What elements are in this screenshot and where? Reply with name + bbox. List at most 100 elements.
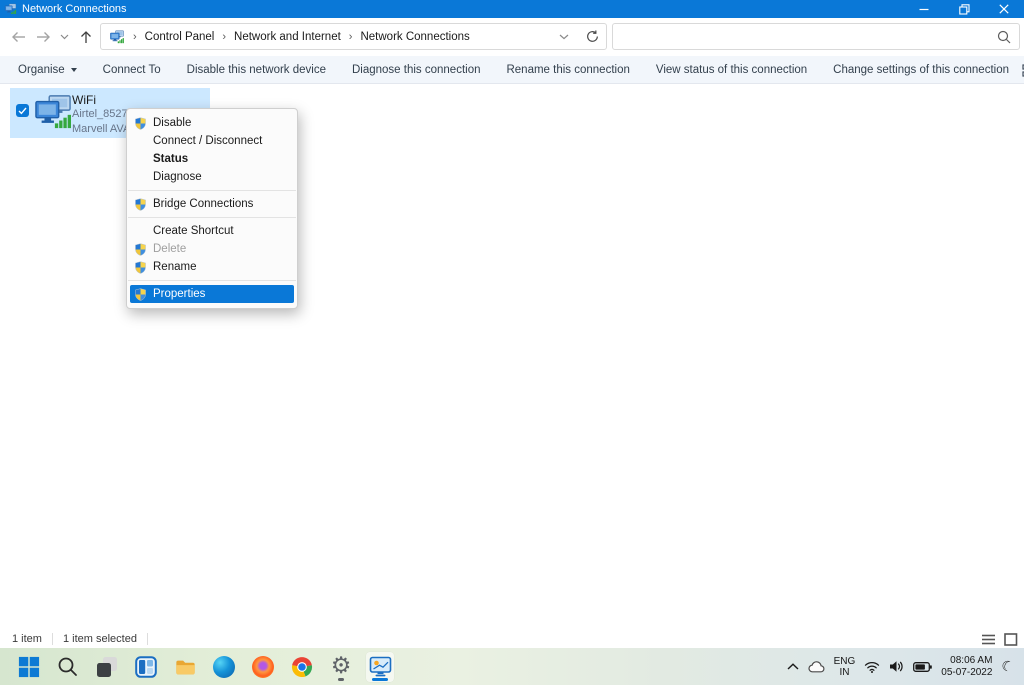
search-box[interactable]: [612, 23, 1020, 50]
change-settings-button[interactable]: Change settings of this connection: [820, 56, 1022, 84]
forward-arrow-icon: [36, 31, 52, 43]
caret-down-icon: [71, 68, 77, 72]
uac-shield-icon: [134, 288, 147, 301]
widgets-button[interactable]: [132, 652, 160, 682]
tray-onedrive-button[interactable]: [808, 661, 825, 673]
uac-shield-icon: [134, 198, 147, 211]
clock[interactable]: 08:06 AM 05-07-2022: [941, 655, 992, 679]
menu-separator: [128, 190, 296, 191]
item-checkbox[interactable]: [16, 104, 29, 117]
breadcrumb-network-and-internet[interactable]: Network and Internet: [234, 31, 341, 43]
address-bar[interactable]: Control Panel Network and Internet Netwo…: [100, 23, 607, 50]
clock-time: 08:06 AM: [941, 655, 992, 667]
windows-start-icon: [18, 656, 40, 678]
breadcrumb-network-connections[interactable]: Network Connections: [360, 31, 469, 43]
item-count: 1 item: [12, 633, 42, 645]
diagnose-connection-button[interactable]: Diagnose this connection: [339, 56, 494, 84]
back-button[interactable]: [6, 18, 30, 56]
settings-button[interactable]: ⚙: [327, 652, 355, 682]
status-divider: [52, 633, 53, 645]
taskbar: ⚙ ENG IN: [0, 648, 1024, 685]
clock-date: 05-07-2022: [941, 667, 992, 679]
chevron-down-icon: [60, 34, 69, 40]
menu-separator: [128, 217, 296, 218]
tray-wifi-button[interactable]: [864, 661, 880, 673]
restore-button[interactable]: [944, 0, 984, 18]
menu-item-connect-disconnect[interactable]: Connect / Disconnect: [127, 132, 297, 150]
rename-connection-button[interactable]: Rename this connection: [493, 56, 642, 84]
menu-item-create-shortcut[interactable]: Create Shortcut: [127, 222, 297, 240]
breadcrumb-location-icon: [109, 30, 125, 44]
search-input[interactable]: [613, 24, 1019, 49]
cloud-icon: [808, 661, 825, 673]
edge-button[interactable]: [210, 652, 238, 682]
menu-item-diagnose[interactable]: Diagnose: [127, 168, 297, 186]
tray-volume-button[interactable]: [889, 660, 904, 673]
tray-battery-button[interactable]: [913, 661, 932, 673]
context-menu: Disable Connect / Disconnect Status Diag…: [126, 108, 298, 309]
breadcrumb-chevron: [341, 31, 361, 43]
network-connections-taskbar-button[interactable]: [366, 652, 394, 682]
recent-locations-button[interactable]: [56, 18, 72, 56]
uac-shield-icon: [134, 261, 147, 274]
check-icon: [18, 107, 27, 115]
edge-icon: [213, 656, 235, 678]
address-dropdown-button[interactable]: [550, 24, 578, 49]
menu-item-rename[interactable]: Rename: [127, 258, 297, 276]
file-explorer-button[interactable]: [171, 652, 199, 682]
firefox-icon: [252, 656, 274, 678]
disable-network-device-button[interactable]: Disable this network device: [174, 56, 339, 84]
close-icon: [999, 4, 1009, 14]
file-explorer-icon: [174, 656, 197, 678]
tray-show-hidden-icons-button[interactable]: [787, 663, 799, 670]
up-arrow-icon: [79, 30, 93, 44]
uac-shield-icon: [134, 243, 147, 256]
forward-button[interactable]: [32, 18, 56, 56]
task-view-button[interactable]: [93, 652, 121, 682]
refresh-button[interactable]: [578, 24, 606, 49]
network-name: WiFi: [72, 93, 222, 107]
menu-item-bridge-connections[interactable]: Bridge Connections: [127, 195, 297, 213]
taskbar-search-button[interactable]: [54, 652, 82, 682]
menu-item-disable[interactable]: Disable: [127, 114, 297, 132]
close-button[interactable]: [984, 0, 1024, 18]
window-app-icon: [4, 3, 17, 15]
minimize-button[interactable]: [904, 0, 944, 18]
control-panel-icon: [369, 656, 392, 678]
view-status-button[interactable]: View status of this connection: [643, 56, 820, 84]
connect-to-button[interactable]: Connect To: [90, 56, 174, 84]
details-view-toggle-icon[interactable]: [981, 633, 996, 646]
minimize-icon: [919, 4, 929, 14]
chevron-up-icon: [787, 663, 799, 670]
refresh-icon: [586, 30, 599, 43]
chrome-button[interactable]: [288, 652, 316, 682]
up-button[interactable]: [74, 18, 98, 56]
title-bar: Network Connections: [0, 0, 1024, 18]
settings-gear-icon: ⚙: [331, 655, 352, 678]
window-title: Network Connections: [22, 0, 127, 18]
navigation-bar: Control Panel Network and Internet Netwo…: [0, 18, 1024, 56]
breadcrumb-chevron: [125, 31, 145, 43]
wifi-icon: [864, 661, 880, 673]
moon-icon: ☾: [999, 657, 1016, 676]
search-icon: [997, 30, 1011, 44]
restore-icon: [959, 4, 970, 15]
firefox-button[interactable]: [249, 652, 277, 682]
battery-icon: [913, 661, 932, 673]
menu-item-delete: Delete: [127, 240, 297, 258]
widgets-icon: [135, 656, 157, 678]
status-bar: 1 item 1 item selected: [0, 630, 1024, 648]
notification-center-button[interactable]: ☾: [1001, 659, 1014, 675]
large-icons-view-toggle-icon[interactable]: [1004, 633, 1018, 646]
speaker-icon: [889, 660, 904, 673]
breadcrumb-chevron: [214, 31, 234, 43]
command-toolbar: Organise Connect To Disable this network…: [0, 56, 1024, 84]
search-icon: [57, 656, 79, 678]
breadcrumb-control-panel[interactable]: Control Panel: [145, 31, 215, 43]
menu-item-properties[interactable]: Properties: [130, 285, 294, 303]
menu-item-status[interactable]: Status: [127, 150, 297, 168]
language-indicator[interactable]: ENG IN: [834, 656, 856, 678]
chrome-icon: [291, 656, 313, 678]
organise-button[interactable]: Organise: [0, 56, 90, 84]
start-button[interactable]: [15, 652, 43, 682]
